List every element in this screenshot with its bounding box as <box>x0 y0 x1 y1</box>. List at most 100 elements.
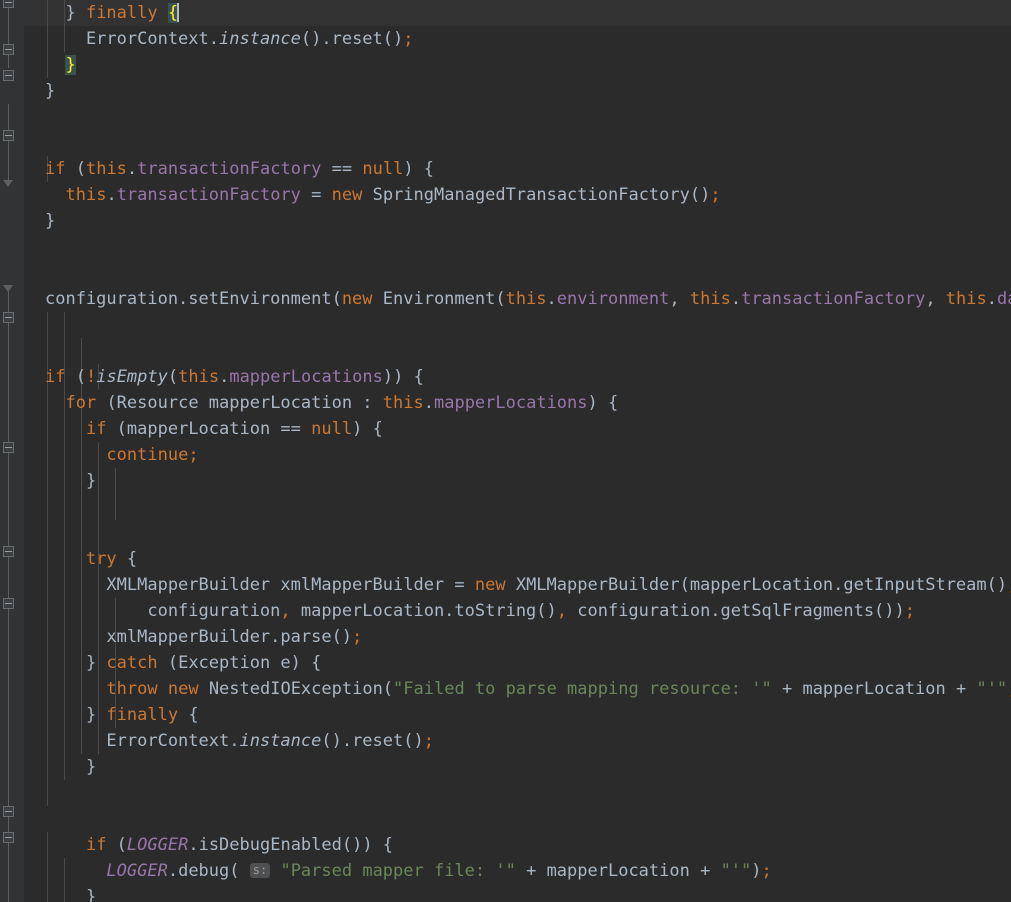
code-line[interactable]: } <box>45 884 96 902</box>
code-fold-end-marker[interactable] <box>3 285 14 294</box>
code-line[interactable]: } <box>45 78 55 104</box>
code-token: . <box>546 289 557 309</box>
code-fold-toggle[interactable] <box>3 44 14 55</box>
code-fold-line <box>8 104 9 184</box>
field-token: LOGGER <box>126 835 189 855</box>
code-line[interactable]: if (LOGGER.isDebugEnabled()) { <box>45 832 393 858</box>
code-line[interactable]: if (!isEmpty(this.mapperLocations)) { <box>45 364 424 390</box>
code-token: . <box>986 289 997 309</box>
code-fold-toggle[interactable] <box>3 70 14 81</box>
code-token: ErrorContext. <box>45 731 240 751</box>
code-token: ; <box>904 601 916 621</box>
code-token: SpringManagedTransactionFactory() <box>362 185 711 205</box>
code-line[interactable]: this.transactionFactory = new SpringMana… <box>45 182 721 208</box>
code-token: configuration <box>45 601 281 621</box>
code-token: , <box>1007 575 1011 595</box>
code-line[interactable]: } <box>45 52 76 78</box>
code-line[interactable]: } finally { <box>45 0 180 26</box>
code-token: = <box>300 185 332 205</box>
code-line[interactable]: configuration.setEnvironment(new Environ… <box>45 286 1011 312</box>
code-token: . <box>106 185 117 205</box>
code-token: instance <box>219 29 301 49</box>
code-line[interactable]: for (Resource mapperLocation : this.mapp… <box>45 390 618 416</box>
code-token: , <box>669 289 690 309</box>
code-fold-toggle[interactable] <box>3 546 14 557</box>
keyword-token: new <box>331 185 363 205</box>
code-editor[interactable]: } finally { ErrorContext.instance().rese… <box>0 0 1011 902</box>
code-token: ().reset() <box>300 29 404 49</box>
code-fold-end-marker[interactable] <box>3 180 14 189</box>
field-token: mapperLocations <box>229 367 383 387</box>
keyword-token: new <box>341 289 373 309</box>
editor-gutter[interactable] <box>0 0 24 902</box>
code-fold-toggle[interactable] <box>3 442 14 453</box>
keyword-token: finally <box>106 705 179 725</box>
code-line[interactable]: xmlMapperBuilder.parse(); <box>45 624 362 650</box>
code-token: + mapperLocation + <box>515 861 721 881</box>
keyword-token: catch <box>106 653 158 673</box>
keyword-token: try <box>85 549 117 569</box>
code-line[interactable]: ErrorContext.instance().reset(); <box>45 26 414 52</box>
code-token: ; <box>403 29 414 49</box>
field-token: environment <box>556 289 670 309</box>
code-line[interactable]: try { <box>45 546 137 572</box>
keyword-token: new <box>167 679 199 699</box>
code-line[interactable]: } <box>45 468 96 494</box>
code-line[interactable]: continue; <box>45 442 198 468</box>
code-token: + mapperLocation + <box>771 679 977 699</box>
code-line[interactable]: } <box>45 754 96 780</box>
code-token: ; <box>710 185 721 205</box>
code-fold-toggle[interactable] <box>3 312 14 323</box>
field-token: dataSource <box>997 289 1011 309</box>
field-token: transactionFactory <box>137 159 322 179</box>
keyword-token: this <box>689 289 731 309</box>
code-token: ErrorContext. <box>45 29 219 49</box>
code-line[interactable]: throw new NestedIOException("Failed to p… <box>45 676 1011 702</box>
code-fold-toggle[interactable] <box>3 598 14 609</box>
code-line[interactable]: if (this.transactionFactory == null) { <box>45 156 434 182</box>
code-token: { <box>178 705 199 725</box>
keyword-token: this <box>85 159 127 179</box>
keyword-token: for <box>65 393 97 413</box>
code-fold-toggle[interactable] <box>3 806 14 817</box>
code-line[interactable]: configuration, mapperLocation.toString()… <box>45 598 915 624</box>
code-line[interactable]: if (mapperLocation == null) { <box>45 416 383 442</box>
code-fold-toggle[interactable] <box>3 0 14 8</box>
code-line[interactable]: } finally { <box>45 702 199 728</box>
keyword-token: this <box>65 185 107 205</box>
keyword-token: new <box>474 575 506 595</box>
code-line[interactable]: LOGGER.debug( s: "Parsed mapper file: '"… <box>45 858 771 884</box>
code-fold-line <box>8 0 9 68</box>
code-line[interactable]: } catch (Exception e) { <box>45 650 321 676</box>
code-token: ( <box>167 367 179 387</box>
keyword-token: null <box>311 419 353 439</box>
keyword-token: finally <box>85 3 158 23</box>
keyword-token: if <box>85 419 107 439</box>
string-literal: "'" <box>976 679 1008 699</box>
code-line[interactable]: ErrorContext.instance().reset(); <box>45 728 434 754</box>
code-token: } <box>45 887 97 902</box>
code-token: XMLMapperBuilder(mapperLocation.getInput… <box>505 575 1008 595</box>
parameter-hint-badge[interactable]: s: <box>249 863 271 878</box>
code-fold-toggle[interactable] <box>3 832 14 843</box>
keyword-token: this <box>505 289 547 309</box>
text-caret <box>177 3 180 22</box>
code-token: ) { <box>352 419 383 439</box>
code-line[interactable]: } <box>45 208 55 234</box>
keyword-token: null <box>362 159 404 179</box>
code-token: mapperLocation.toString() <box>290 601 557 621</box>
code-line[interactable]: XMLMapperBuilder xmlMapperBuilder = new … <box>45 572 1011 598</box>
code-text-area[interactable]: } finally { ErrorContext.instance().rese… <box>24 0 1011 902</box>
keyword-token: throw <box>106 679 158 699</box>
code-fold-toggle[interactable] <box>3 130 14 141</box>
